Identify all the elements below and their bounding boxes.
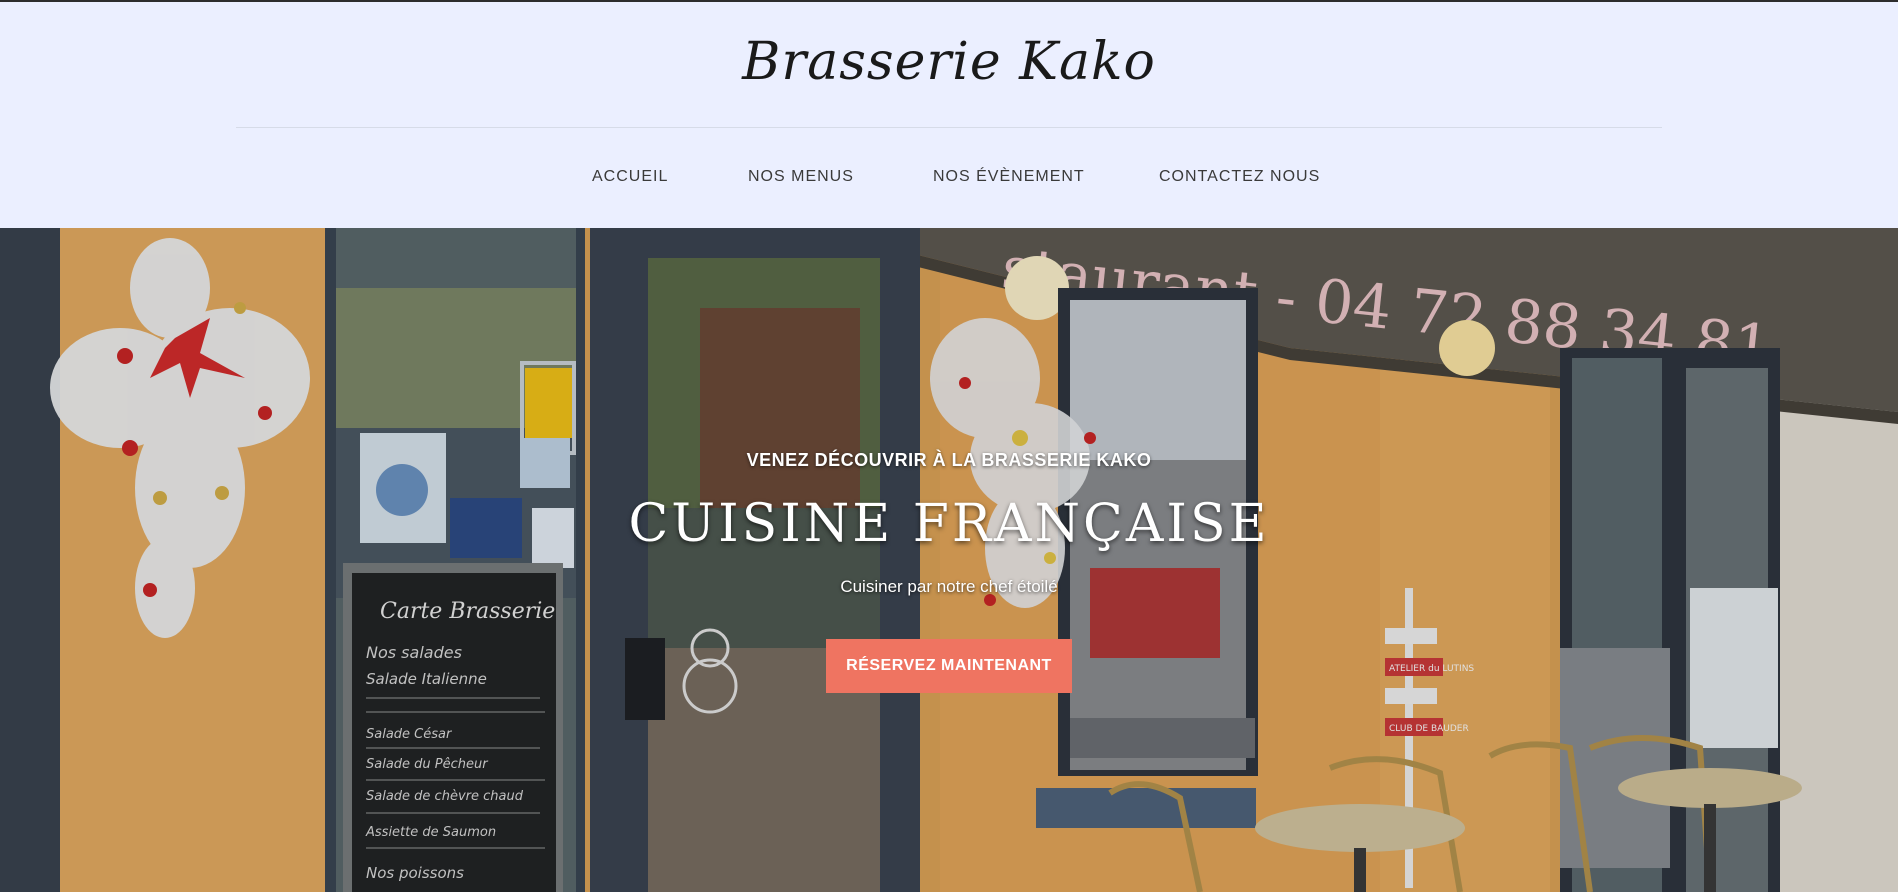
hero-background-photo: staurant - 04 72 88 34 81 Carte Brasseri… xyxy=(0,228,1898,892)
nav-accueil[interactable]: ACCUEIL xyxy=(592,168,668,186)
nav-nos-menus[interactable]: NOS MENUS xyxy=(748,168,854,186)
site-header: Brasserie Kako ACCUEIL NOS MENUS NOS ÉVÈ… xyxy=(0,2,1898,228)
site-logo[interactable]: Brasserie Kako xyxy=(0,32,1898,92)
nav-contactez-nous[interactable]: CONTACTEZ NOUS xyxy=(1159,168,1320,186)
nav-nos-evenement[interactable]: NOS ÉVÈNEMENT xyxy=(933,168,1085,186)
hero-kicker: VENEZ DÉCOUVRIR À LA BRASSERIE KAKO xyxy=(746,450,1152,470)
hero-section: staurant - 04 72 88 34 81 Carte Brasseri… xyxy=(0,228,1898,892)
reserve-now-button[interactable]: RÉSERVEZ MAINTENANT xyxy=(826,639,1072,693)
main-nav: ACCUEIL NOS MENUS NOS ÉVÈNEMENT CONTACTE… xyxy=(0,168,1898,192)
header-divider xyxy=(236,127,1662,128)
hero-headline: CUISINE FRANÇAISE xyxy=(628,494,1270,554)
hero-tagline: Cuisiner par notre chef étoilé xyxy=(840,577,1058,596)
